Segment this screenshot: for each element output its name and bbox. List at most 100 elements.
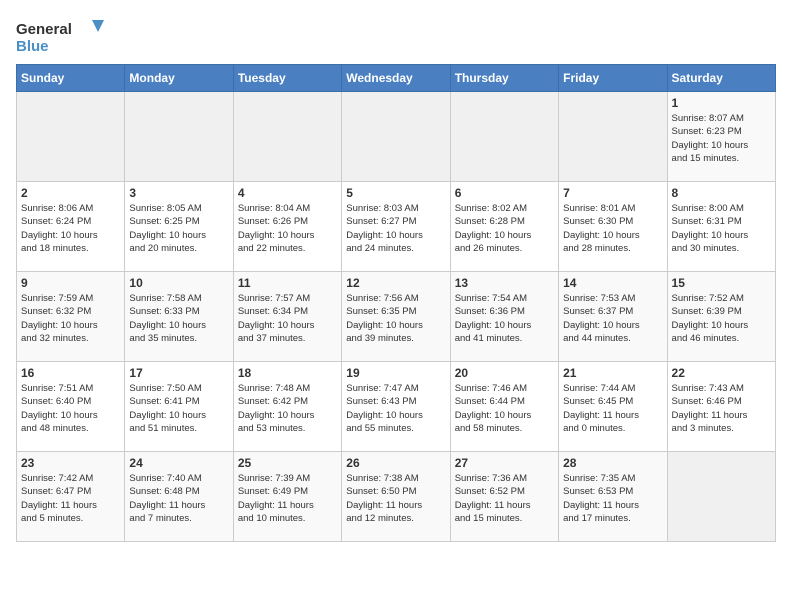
day-number: 2 xyxy=(21,186,120,200)
day-info: Sunrise: 7:52 AM Sunset: 6:39 PM Dayligh… xyxy=(672,292,771,345)
day-info: Sunrise: 7:56 AM Sunset: 6:35 PM Dayligh… xyxy=(346,292,445,345)
day-info: Sunrise: 8:03 AM Sunset: 6:27 PM Dayligh… xyxy=(346,202,445,255)
day-info: Sunrise: 7:51 AM Sunset: 6:40 PM Dayligh… xyxy=(21,382,120,435)
day-header-friday: Friday xyxy=(559,65,667,92)
day-header-wednesday: Wednesday xyxy=(342,65,450,92)
day-number: 10 xyxy=(129,276,228,290)
logo-svg: General Blue xyxy=(16,16,106,56)
day-info: Sunrise: 7:43 AM Sunset: 6:46 PM Dayligh… xyxy=(672,382,771,435)
calendar-week-row: 23 Sunrise: 7:42 AM Sunset: 6:47 PM Dayli… xyxy=(17,452,776,542)
calendar-week-row: 9Sunrise: 7:59 AM Sunset: 6:32 PM Daylig… xyxy=(17,272,776,362)
day-number: 5 xyxy=(346,186,445,200)
calendar-cell: 23 Sunrise: 7:42 AM Sunset: 6:47 PM Dayli… xyxy=(17,452,125,542)
day-info: Sunrise: 7:54 AM Sunset: 6:36 PM Dayligh… xyxy=(455,292,554,345)
day-header-saturday: Saturday xyxy=(667,65,775,92)
day-info: Sunrise: 7:48 AM Sunset: 6:42 PM Dayligh… xyxy=(238,382,337,435)
day-info: Sunrise: 7:35 AM Sunset: 6:53 PM Dayligh… xyxy=(563,472,662,525)
calendar-cell: 4 Sunrise: 8:04 AM Sunset: 6:26 PM Daylig… xyxy=(233,182,341,272)
calendar-cell: 7Sunrise: 8:01 AM Sunset: 6:30 PM Daylig… xyxy=(559,182,667,272)
day-info: Sunrise: 7:39 AM Sunset: 6:49 PM Dayligh… xyxy=(238,472,337,525)
day-info: Sunrise: 7:36 AM Sunset: 6:52 PM Dayligh… xyxy=(455,472,554,525)
day-number: 25 xyxy=(238,456,337,470)
day-info: Sunrise: 7:46 AM Sunset: 6:44 PM Dayligh… xyxy=(455,382,554,435)
svg-text:General: General xyxy=(16,21,72,38)
calendar-cell: 15 Sunrise: 7:52 AM Sunset: 6:39 PM Dayli… xyxy=(667,272,775,362)
svg-text:Blue: Blue xyxy=(16,38,49,55)
day-number: 19 xyxy=(346,366,445,380)
calendar-cell: 9Sunrise: 7:59 AM Sunset: 6:32 PM Daylig… xyxy=(17,272,125,362)
calendar-cell: 25 Sunrise: 7:39 AM Sunset: 6:49 PM Dayli… xyxy=(233,452,341,542)
calendar-cell: 3 Sunrise: 8:05 AM Sunset: 6:25 PM Daylig… xyxy=(125,182,233,272)
calendar-cell: 24 Sunrise: 7:40 AM Sunset: 6:48 PM Dayli… xyxy=(125,452,233,542)
calendar-cell xyxy=(17,92,125,182)
calendar-cell: 12 Sunrise: 7:56 AM Sunset: 6:35 PM Dayli… xyxy=(342,272,450,362)
calendar-cell: 11 Sunrise: 7:57 AM Sunset: 6:34 PM Dayli… xyxy=(233,272,341,362)
day-number: 24 xyxy=(129,456,228,470)
calendar-cell: 14 Sunrise: 7:53 AM Sunset: 6:37 PM Dayli… xyxy=(559,272,667,362)
day-info: Sunrise: 7:53 AM Sunset: 6:37 PM Dayligh… xyxy=(563,292,662,345)
day-number: 1 xyxy=(672,96,771,110)
day-info: Sunrise: 7:38 AM Sunset: 6:50 PM Dayligh… xyxy=(346,472,445,525)
day-number: 6 xyxy=(455,186,554,200)
day-info: Sunrise: 7:40 AM Sunset: 6:48 PM Dayligh… xyxy=(129,472,228,525)
calendar-cell: 26 Sunrise: 7:38 AM Sunset: 6:50 PM Dayli… xyxy=(342,452,450,542)
logo: General Blue xyxy=(16,16,106,56)
day-info: Sunrise: 7:59 AM Sunset: 6:32 PM Dayligh… xyxy=(21,292,120,345)
calendar-cell xyxy=(450,92,558,182)
day-number: 23 xyxy=(21,456,120,470)
day-number: 4 xyxy=(238,186,337,200)
day-number: 12 xyxy=(346,276,445,290)
day-header-thursday: Thursday xyxy=(450,65,558,92)
calendar-cell xyxy=(559,92,667,182)
calendar-cell xyxy=(233,92,341,182)
day-number: 28 xyxy=(563,456,662,470)
day-info: Sunrise: 7:57 AM Sunset: 6:34 PM Dayligh… xyxy=(238,292,337,345)
calendar-cell: 22 Sunrise: 7:43 AM Sunset: 6:46 PM Dayli… xyxy=(667,362,775,452)
calendar-cell: 13 Sunrise: 7:54 AM Sunset: 6:36 PM Dayli… xyxy=(450,272,558,362)
day-number: 16 xyxy=(21,366,120,380)
calendar-cell: 10Sunrise: 7:58 AM Sunset: 6:33 PM Dayli… xyxy=(125,272,233,362)
page-header: General Blue xyxy=(16,16,776,56)
day-info: Sunrise: 8:01 AM Sunset: 6:30 PM Dayligh… xyxy=(563,202,662,255)
day-number: 3 xyxy=(129,186,228,200)
calendar-cell: 5 Sunrise: 8:03 AM Sunset: 6:27 PM Daylig… xyxy=(342,182,450,272)
day-info: Sunrise: 7:47 AM Sunset: 6:43 PM Dayligh… xyxy=(346,382,445,435)
calendar-week-row: 2 Sunrise: 8:06 AM Sunset: 6:24 PM Daylig… xyxy=(17,182,776,272)
calendar-cell xyxy=(667,452,775,542)
calendar-cell: 16 Sunrise: 7:51 AM Sunset: 6:40 PM Dayli… xyxy=(17,362,125,452)
day-number: 21 xyxy=(563,366,662,380)
day-header-tuesday: Tuesday xyxy=(233,65,341,92)
day-header-sunday: Sunday xyxy=(17,65,125,92)
day-info: Sunrise: 8:00 AM Sunset: 6:31 PM Dayligh… xyxy=(672,202,771,255)
calendar-cell: 8 Sunrise: 8:00 AM Sunset: 6:31 PM Daylig… xyxy=(667,182,775,272)
calendar-cell: 20 Sunrise: 7:46 AM Sunset: 6:44 PM Dayli… xyxy=(450,362,558,452)
day-number: 18 xyxy=(238,366,337,380)
calendar-cell: 2 Sunrise: 8:06 AM Sunset: 6:24 PM Daylig… xyxy=(17,182,125,272)
calendar-week-row: 16 Sunrise: 7:51 AM Sunset: 6:40 PM Dayli… xyxy=(17,362,776,452)
day-info: Sunrise: 7:50 AM Sunset: 6:41 PM Dayligh… xyxy=(129,382,228,435)
day-header-monday: Monday xyxy=(125,65,233,92)
day-number: 26 xyxy=(346,456,445,470)
day-number: 22 xyxy=(672,366,771,380)
day-info: Sunrise: 8:02 AM Sunset: 6:28 PM Dayligh… xyxy=(455,202,554,255)
day-number: 15 xyxy=(672,276,771,290)
calendar-cell: 6 Sunrise: 8:02 AM Sunset: 6:28 PM Daylig… xyxy=(450,182,558,272)
calendar-week-row: 1 Sunrise: 8:07 AM Sunset: 6:23 PM Daylig… xyxy=(17,92,776,182)
day-number: 8 xyxy=(672,186,771,200)
day-info: Sunrise: 7:42 AM Sunset: 6:47 PM Dayligh… xyxy=(21,472,120,525)
day-info: Sunrise: 8:07 AM Sunset: 6:23 PM Dayligh… xyxy=(672,112,771,165)
calendar-cell: 21 Sunrise: 7:44 AM Sunset: 6:45 PM Dayli… xyxy=(559,362,667,452)
day-info: Sunrise: 7:44 AM Sunset: 6:45 PM Dayligh… xyxy=(563,382,662,435)
calendar-cell: 27 Sunrise: 7:36 AM Sunset: 6:52 PM Dayli… xyxy=(450,452,558,542)
day-number: 11 xyxy=(238,276,337,290)
day-info: Sunrise: 8:06 AM Sunset: 6:24 PM Dayligh… xyxy=(21,202,120,255)
day-number: 20 xyxy=(455,366,554,380)
calendar-header-row: SundayMondayTuesdayWednesdayThursdayFrid… xyxy=(17,65,776,92)
day-info: Sunrise: 8:04 AM Sunset: 6:26 PM Dayligh… xyxy=(238,202,337,255)
calendar-table: SundayMondayTuesdayWednesdayThursdayFrid… xyxy=(16,64,776,542)
day-number: 14 xyxy=(563,276,662,290)
day-number: 13 xyxy=(455,276,554,290)
day-number: 27 xyxy=(455,456,554,470)
day-info: Sunrise: 8:05 AM Sunset: 6:25 PM Dayligh… xyxy=(129,202,228,255)
calendar-cell: 19 Sunrise: 7:47 AM Sunset: 6:43 PM Dayli… xyxy=(342,362,450,452)
